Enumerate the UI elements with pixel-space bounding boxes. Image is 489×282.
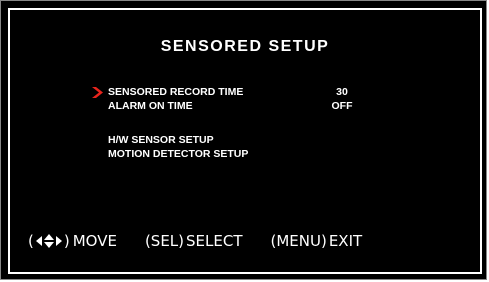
page-title: SENSORED SETUP: [160, 38, 330, 55]
move-label: MOVE: [72, 232, 117, 250]
menu-item-label: ALARM ON TIME: [108, 100, 193, 112]
select-hint: (SEL) SELECT: [145, 232, 243, 250]
paren-close: ): [63, 232, 70, 250]
menu-item-value: OFF: [331, 100, 353, 112]
move-hint: ( ) MOVE: [28, 232, 117, 250]
osd-screen: SENSORED SETUP SENSORED RECORD TIME 30 A…: [8, 8, 482, 274]
exit-label: EXIT: [328, 232, 363, 250]
monitor-frame: SENSORED SETUP SENSORED RECORD TIME 30 A…: [0, 0, 487, 280]
red-chevron-right-icon: [92, 87, 103, 98]
menu-item-value: 30: [336, 86, 348, 98]
select-key: (SEL): [144, 232, 185, 250]
select-label: SELECT: [186, 232, 243, 250]
four-way-arrows-icon: [35, 234, 62, 248]
key-hints: ( ) MOVE (SEL) SELECT (MENU) EXIT: [28, 232, 362, 250]
menu-item-label: MOTION DETECTOR SETUP: [108, 148, 249, 160]
exit-hint: (MENU) EXIT: [271, 232, 363, 250]
exit-key: (MENU): [270, 232, 327, 250]
menu-item-label: SENSORED RECORD TIME: [108, 86, 244, 98]
menu-item-label: H/W SENSOR SETUP: [108, 134, 214, 146]
paren-open: (: [28, 232, 34, 250]
